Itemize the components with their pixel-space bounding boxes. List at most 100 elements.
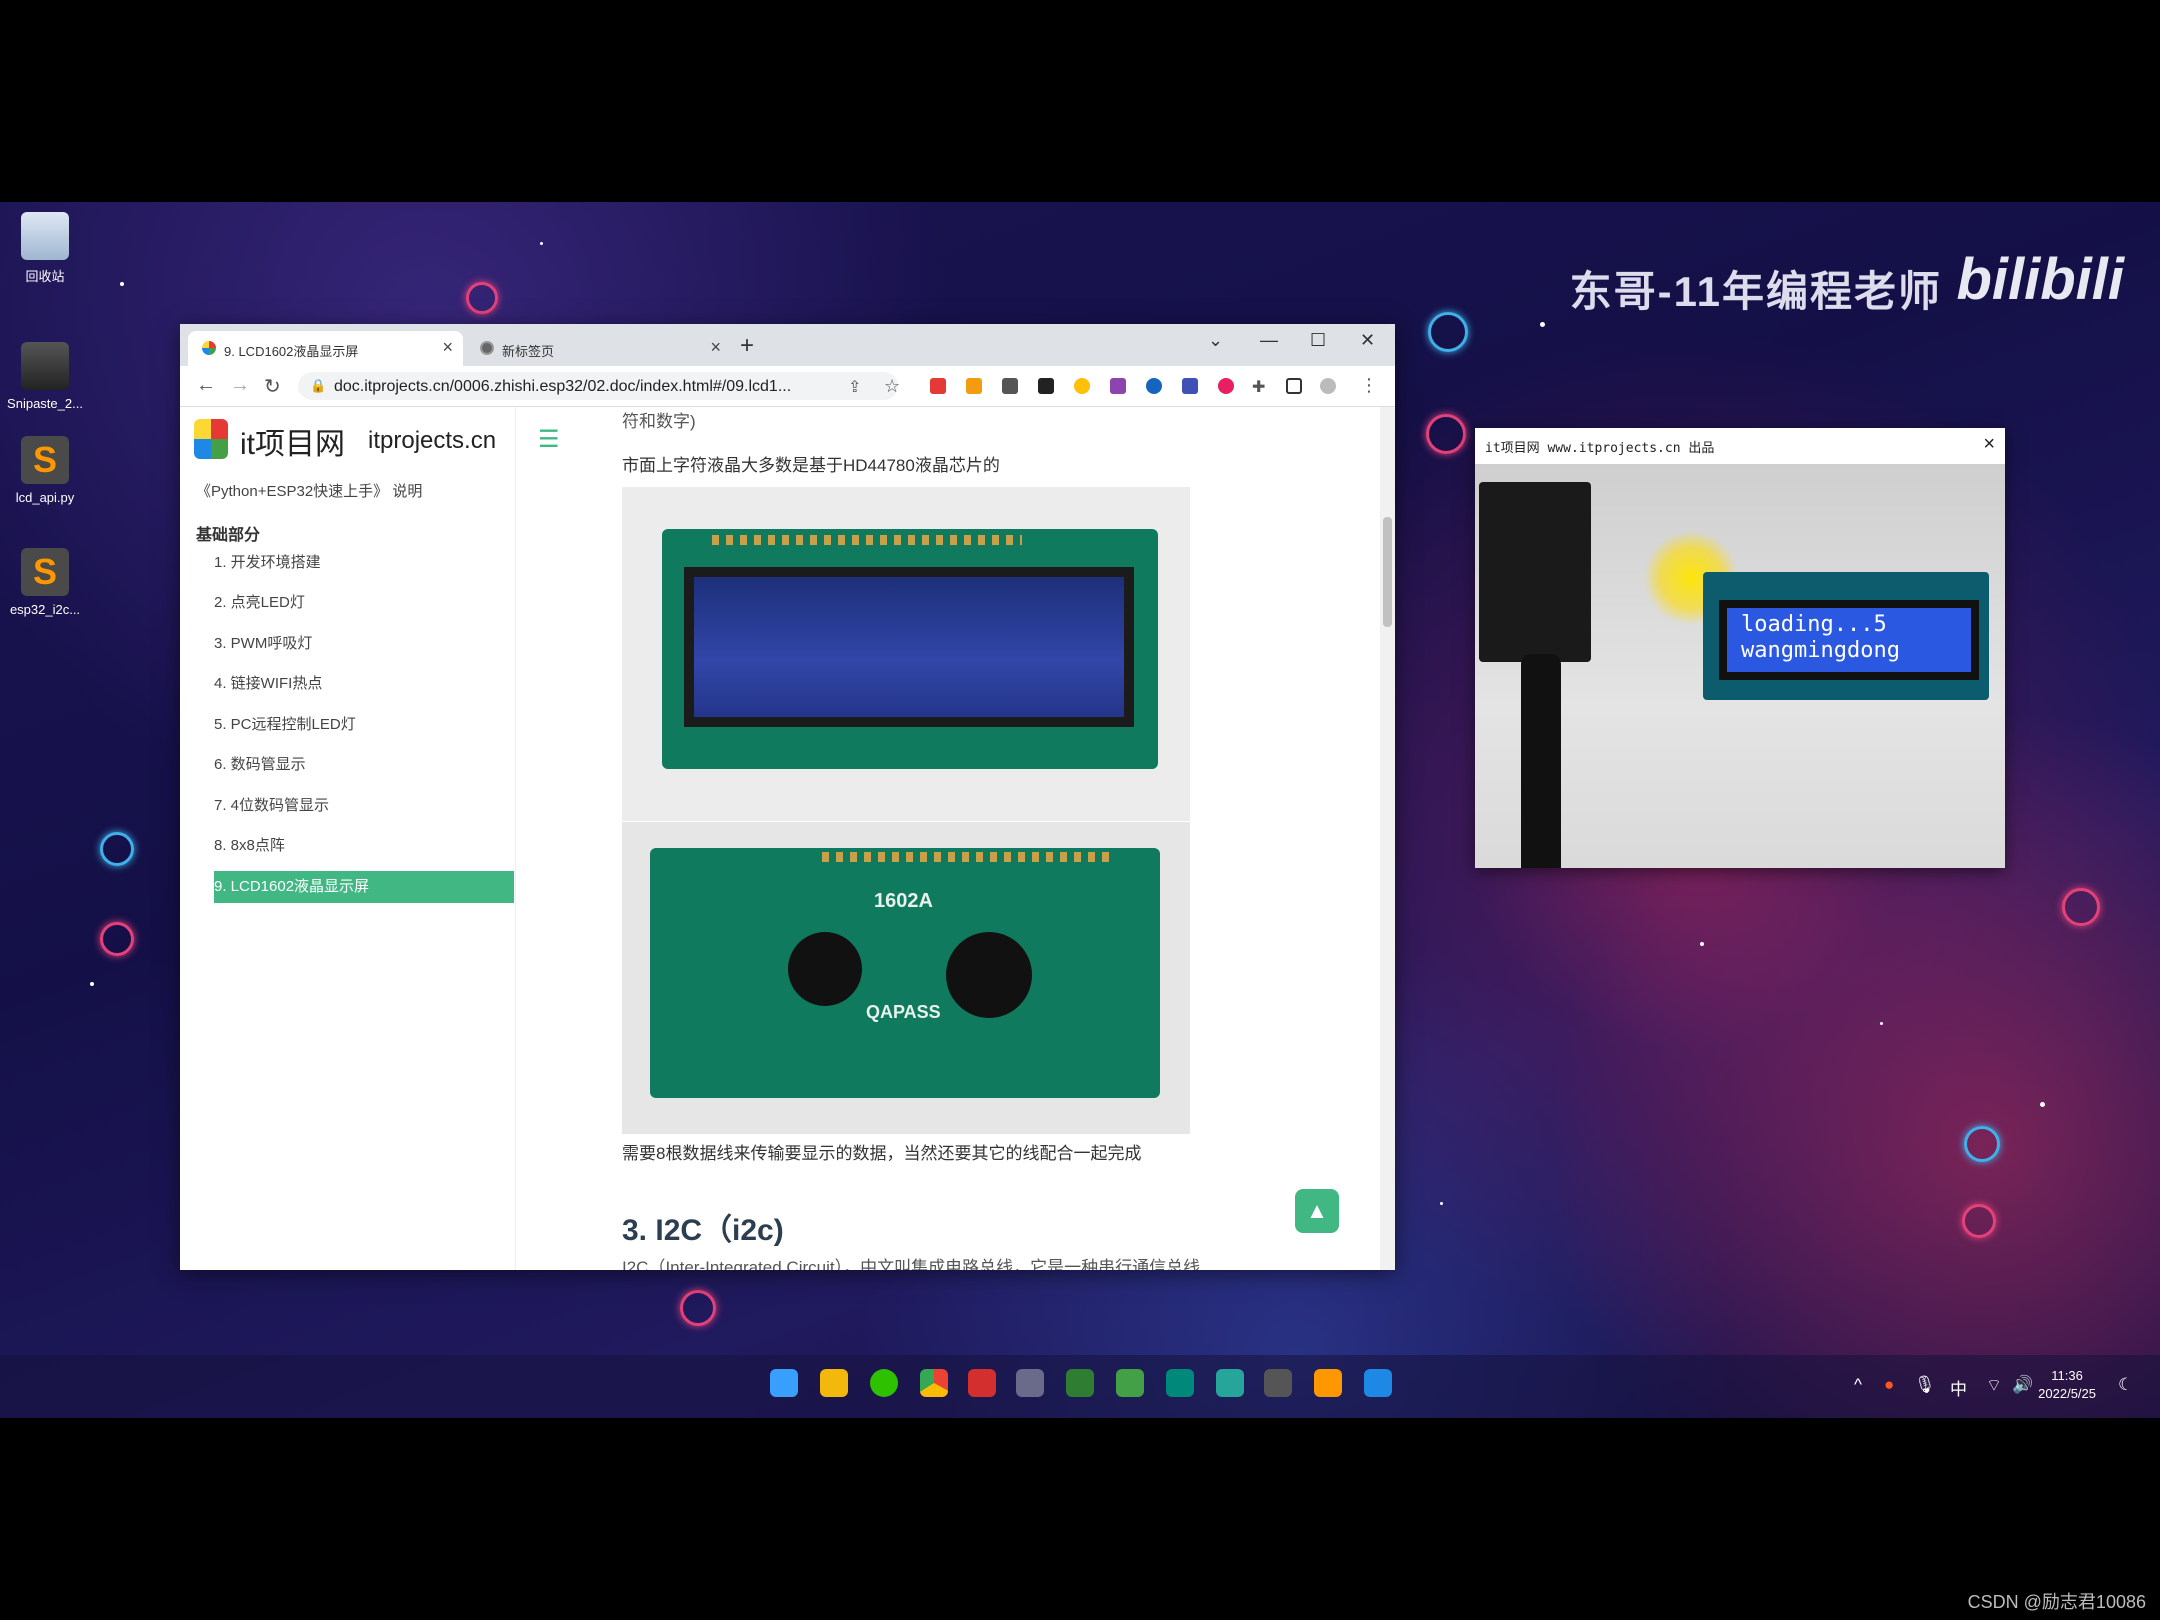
url-text: doc.itprojects.cn/0006.zhishi.esp32/02.d… xyxy=(334,378,792,395)
nav-item-1[interactable]: 1. 开发环境搭建 xyxy=(214,547,514,579)
chip-blob xyxy=(788,932,862,1006)
site-logo-text[interactable]: it项目网 xyxy=(240,419,345,463)
nav-item-5[interactable]: 5. PC远程控制LED灯 xyxy=(214,709,514,741)
nav-item-8[interactable]: 8. 8x8点阵 xyxy=(214,830,514,862)
close-tab-icon[interactable]: × xyxy=(442,337,453,358)
nav-item-4[interactable]: 4. 链接WIFI热点 xyxy=(214,668,514,700)
app-icon[interactable] xyxy=(968,1369,996,1397)
ring-decoration xyxy=(1428,312,1468,352)
pcb-board xyxy=(650,848,1160,1098)
x-extension-icon[interactable] xyxy=(1038,378,1054,394)
brand-label: QAPASS xyxy=(866,1002,941,1022)
clock-time: 11:36 xyxy=(2051,1368,2083,1383)
book-title-link[interactable]: 《Python+ESP32快速上手》 说明 xyxy=(196,480,422,501)
qr-extension-icon[interactable] xyxy=(1002,378,1018,394)
star xyxy=(1540,322,1545,327)
adblock-extension-icon[interactable] xyxy=(930,378,946,394)
ring-decoration xyxy=(1962,1204,1996,1238)
video-recorder-icon[interactable] xyxy=(1364,1369,1392,1397)
minimize-icon[interactable]: — xyxy=(1260,330,1278,351)
lcd-module: loading...5 wangmingdong xyxy=(1703,572,1989,700)
wifi-icon[interactable]: ⌔ xyxy=(1986,1375,2002,1396)
moon-icon[interactable]: ☾ xyxy=(2118,1375,2133,1395)
app-icon[interactable] xyxy=(1016,1369,1044,1397)
chrome-icon[interactable] xyxy=(920,1369,948,1397)
typora-icon[interactable] xyxy=(1264,1369,1292,1397)
ring-decoration xyxy=(1426,414,1466,454)
share-icon[interactable]: ⇪ xyxy=(848,377,861,397)
desktop-icon-esp32-i2c[interactable]: S esp32_i2c... xyxy=(0,548,90,617)
sidebar-toggle-icon[interactable]: ☰ xyxy=(538,425,560,454)
star xyxy=(2040,1102,2045,1107)
clock[interactable]: 11:36 2022/5/25 xyxy=(2038,1367,2096,1403)
tab-search-chevron-icon[interactable]: ⌄ xyxy=(1208,330,1223,351)
ring-decoration xyxy=(1964,1126,2000,1162)
cut-off-text: I2C（Inter-Integrated Circuit），中文叫集成电路总线，… xyxy=(622,1258,1201,1270)
back-arrow-icon[interactable]: ← xyxy=(196,374,216,397)
volume-icon[interactable]: 🔊 xyxy=(2012,1375,2033,1395)
extension-icon[interactable] xyxy=(1146,378,1162,394)
nav-item-6[interactable]: 6. 数码管显示 xyxy=(214,749,514,781)
scrollbar-thumb[interactable] xyxy=(1383,517,1392,627)
tray-app-icon[interactable]: ● xyxy=(1884,1375,1894,1395)
nav-item-2[interactable]: 2. 点亮LED灯 xyxy=(214,587,514,619)
forward-arrow-icon[interactable]: → xyxy=(230,374,250,397)
lcd-line-1: loading...5 xyxy=(1741,612,1887,637)
tab-new-tab[interactable]: 新标签页 × xyxy=(466,331,731,366)
paragraph: 市面上字符液晶大多数是基于HD44780液晶芯片的 xyxy=(622,456,1000,475)
ring-decoration xyxy=(100,922,134,956)
clock-date: 2022/5/25 xyxy=(2038,1386,2096,1401)
nav-item-7[interactable]: 7. 4位数码管显示 xyxy=(214,790,514,822)
close-tab-icon[interactable]: × xyxy=(710,337,721,358)
desktop-icon-label: esp32_i2c... xyxy=(9,602,81,617)
reload-icon[interactable]: ↻ xyxy=(264,374,281,399)
nav-item-label: 3. PWM呼吸灯 xyxy=(214,635,313,652)
pycharm-icon[interactable] xyxy=(1216,1369,1244,1397)
close-video-icon[interactable]: × xyxy=(1983,433,1995,456)
header-pins xyxy=(712,535,1022,545)
extension-icon[interactable] xyxy=(1218,378,1234,394)
wechat-icon[interactable] xyxy=(870,1369,898,1397)
close-window-icon[interactable]: ✕ xyxy=(1360,330,1375,351)
windows-start-icon[interactable] xyxy=(770,1369,798,1397)
menu-kebab-icon[interactable]: ⋮ xyxy=(1360,375,1378,396)
site-favicon-icon xyxy=(202,341,216,355)
app-icon[interactable] xyxy=(1066,1369,1094,1397)
ring-decoration xyxy=(680,1290,716,1326)
paragraph: 需要8根数据线来传输要显示的数据，当然还要其它的线配合一起完成 xyxy=(622,1144,1142,1163)
site-domain-text[interactable]: itprojects.cn xyxy=(368,427,496,455)
csdn-watermark: CSDN @励志君10086 xyxy=(1967,1592,2146,1612)
back-to-top-button[interactable]: ▲ xyxy=(1295,1189,1339,1233)
file-explorer-icon[interactable] xyxy=(820,1369,848,1397)
desktop-icon-snipaste[interactable]: Snipaste_2... xyxy=(0,342,90,411)
maximize-icon[interactable]: ☐ xyxy=(1310,330,1326,351)
qc-app-icon[interactable] xyxy=(1116,1369,1144,1397)
extension-icon[interactable] xyxy=(966,378,982,394)
browser-toolbar: ← → ↻ 🔒 doc.itprojects.cn/0006.zhishi.es… xyxy=(180,366,1395,407)
nav-item-9-active[interactable]: 9. LCD1602液晶显示屏 xyxy=(214,871,514,903)
puzzle-extensions-icon[interactable]: ✚ xyxy=(1252,377,1265,397)
address-bar[interactable]: 🔒 doc.itprojects.cn/0006.zhishi.esp32/02… xyxy=(298,372,898,400)
new-tab-plus-icon[interactable]: + xyxy=(740,332,754,360)
extension-icon[interactable] xyxy=(1110,378,1126,394)
app-icon[interactable] xyxy=(1166,1369,1194,1397)
profile-avatar-icon[interactable] xyxy=(1320,378,1336,394)
bookmark-star-icon[interactable]: ☆ xyxy=(884,376,900,397)
microphone-icon[interactable]: 🎙 xyxy=(1914,1375,1936,1395)
star xyxy=(120,282,124,286)
page-scrollbar[interactable] xyxy=(1380,407,1395,1270)
jh-extension-icon[interactable] xyxy=(1182,378,1198,394)
lcd-screen: loading...5 wangmingdong xyxy=(1719,600,1979,680)
overlay-title: 东哥-11年编程老师 xyxy=(1569,268,1942,315)
desktop-icon-recycle-bin[interactable]: 回收站 xyxy=(0,212,90,285)
tab-lcd1602[interactable]: 9. LCD1602液晶显示屏 × xyxy=(188,331,463,366)
tray-overflow-icon[interactable]: ^ xyxy=(1854,1375,1862,1395)
desktop-icon-lcd-api[interactable]: S lcd_api.py xyxy=(0,436,90,505)
nav-item-label: 9. LCD1602液晶显示屏 xyxy=(214,878,370,895)
sublime-text-icon[interactable] xyxy=(1314,1369,1342,1397)
ime-indicator[interactable]: 中 xyxy=(1950,1375,1967,1400)
extension-icon[interactable] xyxy=(1074,378,1090,394)
side-panel-icon[interactable] xyxy=(1286,378,1302,394)
nav-item-3[interactable]: 3. PWM呼吸灯 xyxy=(214,628,514,660)
camera-feed: loading...5 wangmingdong xyxy=(1475,464,2005,868)
